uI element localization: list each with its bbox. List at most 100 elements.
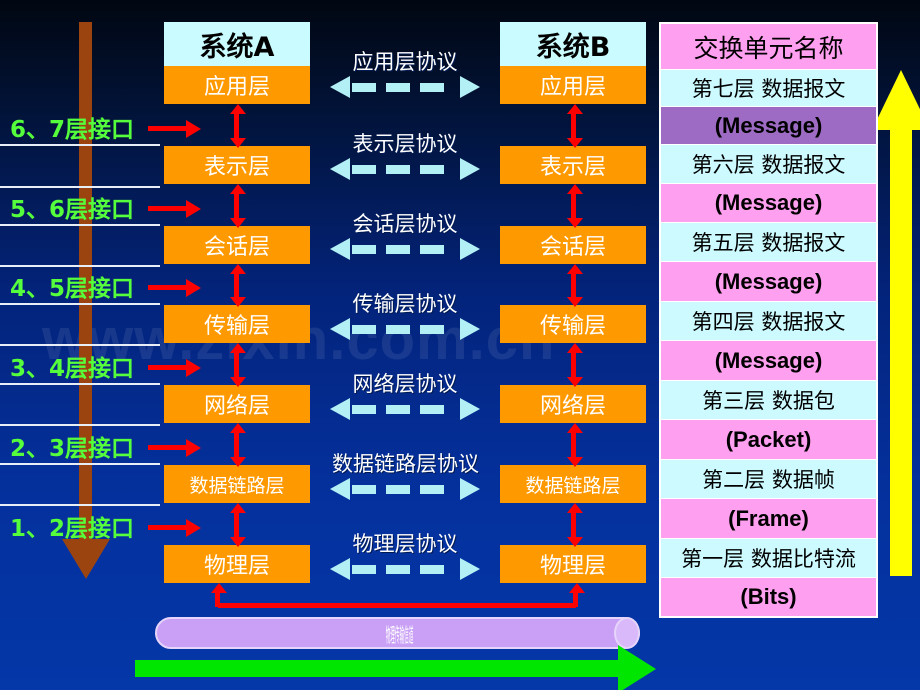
system-a-layer-session: 会话层 <box>164 226 310 264</box>
interface-arrow-3-4-head <box>186 359 201 377</box>
system-a-layer-datalink: 数据链路层 <box>164 465 310 503</box>
interface-arrow-3-4 <box>148 365 186 370</box>
system-b-vlink-5-4-up <box>567 264 583 274</box>
arrow-head-left-icon <box>330 558 350 580</box>
divider-line <box>0 144 160 146</box>
divider-line <box>0 224 160 226</box>
arrow-dash <box>420 245 444 254</box>
system-b-layer-session: 会话层 <box>500 226 646 264</box>
encapsulation-down-arrow-head <box>62 539 110 579</box>
pdu-row-en-2: (Frame) <box>661 499 876 539</box>
system-b-vlink-7-6 <box>571 114 576 138</box>
system-a-vlink-6-5-up <box>230 184 246 194</box>
arrow-dash <box>386 83 410 92</box>
interface-arrow-4-5 <box>148 285 186 290</box>
arrow-dash <box>420 405 444 414</box>
system-b-vlink-3-2 <box>571 433 576 457</box>
protocol-label-network: 网络层协议 <box>352 372 458 396</box>
system-a-vlink-5-4 <box>234 274 239 297</box>
divider-line <box>0 186 160 188</box>
physical-link-line <box>218 603 576 608</box>
system-a-layer-physical: 物理层 <box>164 545 310 583</box>
system-b-vlink-5-4 <box>571 274 576 297</box>
arrow-head-right-icon <box>460 318 480 340</box>
divider-line <box>0 463 160 465</box>
system-b-layer-presentation: 表示层 <box>500 146 646 184</box>
pdu-row-en-4: (Message) <box>661 341 876 381</box>
system-a-layer-application: 应用层 <box>164 66 310 104</box>
system-a-vlink-7-6 <box>234 114 239 138</box>
pdu-row-cn-7: 第七层 数据报文 <box>661 70 876 107</box>
pdu-row-en-3: (Packet) <box>661 420 876 460</box>
system-a-vlink-7-6-up <box>230 104 246 114</box>
transmission-direction-arrow-shaft <box>135 660 620 677</box>
pdu-row-en-7: (Message) <box>661 107 876 145</box>
arrow-dash <box>420 485 444 494</box>
system-a-vlink-2-1-dn <box>230 537 246 547</box>
arrow-dash <box>386 245 410 254</box>
physical-link-left-riser <box>215 593 220 607</box>
interface-arrow-5-6-head <box>186 200 201 218</box>
divider-line <box>0 383 160 385</box>
system-b-vlink-3-2-dn <box>567 457 583 467</box>
physical-link-left-arrowhead <box>211 583 227 593</box>
transmission-direction-arrow-head <box>618 645 656 690</box>
arrow-dash <box>352 325 376 334</box>
arrow-dash <box>352 485 376 494</box>
arrow-head-left-icon <box>330 238 350 260</box>
arrow-dash <box>386 325 410 334</box>
divider-line <box>0 504 160 506</box>
protocol-label-physical: 物理层协议 <box>352 532 458 556</box>
arrow-dash <box>420 565 444 574</box>
system-b-vlink-4-3 <box>571 353 576 377</box>
decapsulation-up-arrow-shaft <box>890 128 912 576</box>
pdu-row-cn-3: 第三层 数据包 <box>661 381 876 420</box>
arrow-dash <box>420 325 444 334</box>
system-a-vlink-5-4-dn <box>230 297 246 307</box>
pdu-table-title: 交换单元名称 <box>661 24 876 70</box>
pdu-row-en-6: (Message) <box>661 184 876 223</box>
interface-label-2-3: 2、3层接口 <box>10 436 135 462</box>
interface-arrow-4-5-head <box>186 279 201 297</box>
interface-arrow-2-3-head <box>186 439 201 457</box>
system-a-vlink-6-5-dn <box>230 218 246 228</box>
system-b-layer-physical: 物理层 <box>500 545 646 583</box>
interface-arrow-1-2 <box>148 525 186 530</box>
system-a-vlink-4-3-up <box>230 343 246 353</box>
protocol-label-application: 应用层协议 <box>352 50 458 74</box>
arrow-head-right-icon <box>460 238 480 260</box>
decapsulation-up-arrow-head <box>872 70 920 130</box>
interface-label-4-5: 4、5层接口 <box>10 276 135 302</box>
system-b-vlink-6-5-up <box>567 184 583 194</box>
system-a-layer-transport: 传输层 <box>164 305 310 343</box>
system-b-vlink-2-1 <box>571 513 576 537</box>
divider-line <box>0 265 160 267</box>
interface-label-3-4: 3、4层接口 <box>10 356 135 382</box>
arrow-dash <box>386 485 410 494</box>
pdu-name-table: 交换单元名称 第七层 数据报文 (Message) 第六层 数据报文 (Mess… <box>659 22 878 618</box>
arrow-head-right-icon <box>460 158 480 180</box>
system-b-vlink-7-6-dn <box>567 138 583 148</box>
arrow-head-right-icon <box>460 478 480 500</box>
arrow-head-left-icon <box>330 478 350 500</box>
pdu-row-cn-5: 第五层 数据报文 <box>661 223 876 262</box>
pdu-row-cn-4: 第四层 数据报文 <box>661 302 876 341</box>
protocol-arrow-session <box>330 238 480 260</box>
system-a-vlink-4-3 <box>234 353 239 377</box>
arrow-dash <box>352 565 376 574</box>
pdu-row-cn-6: 第六层 数据报文 <box>661 145 876 184</box>
arrow-dash <box>352 405 376 414</box>
arrow-head-right-icon <box>460 558 480 580</box>
system-a-vlink-6-5 <box>234 194 239 218</box>
system-b-layer-application: 应用层 <box>500 66 646 104</box>
arrow-dash <box>352 165 376 174</box>
protocol-arrow-physical <box>330 558 480 580</box>
interface-arrow-2-3 <box>148 445 186 450</box>
pdu-row-cn-1: 第一层 数据比特流 <box>661 539 876 578</box>
divider-line <box>0 344 160 346</box>
pdu-row-en-1: (Bits) <box>661 578 876 616</box>
system-a-vlink-4-3-dn <box>230 377 246 387</box>
system-b-vlink-5-4-dn <box>567 297 583 307</box>
arrow-dash <box>386 565 410 574</box>
interface-arrow-6-7 <box>148 126 186 131</box>
